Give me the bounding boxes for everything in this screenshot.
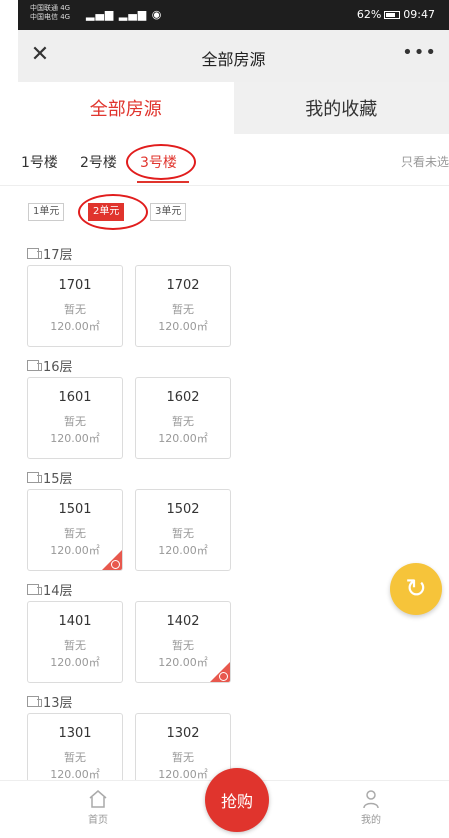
status-right: 62% 09:47 (357, 8, 435, 21)
active-tab-indicator (137, 181, 189, 183)
building-icon (27, 472, 42, 483)
tab-mine-label: 我的 (361, 815, 381, 826)
room-card[interactable]: 1602 暂无 120.00㎡ (135, 377, 231, 459)
room-number: 1601 (58, 390, 92, 405)
floor-label: 15层 (27, 468, 73, 487)
room-area: 120.00㎡ (158, 544, 208, 557)
room-status: 暂无 (172, 527, 194, 540)
room-number: 1402 (166, 614, 200, 629)
tab-my-favorites[interactable]: 我的收藏 (233, 82, 449, 134)
building-tabs: 1号楼 2号楼 3号楼 只看未选 (0, 134, 449, 186)
room-number: 1301 (58, 726, 92, 741)
battery-icon (384, 10, 401, 19)
room-card[interactable]: 1401 暂无 120.00㎡ (27, 601, 123, 683)
tab-unit-1[interactable]: 1单元 (28, 203, 65, 221)
tab-all-listings[interactable]: 全部房源 (18, 82, 234, 134)
room-number: 1602 (166, 390, 200, 405)
building-icon (27, 248, 42, 259)
tab-unit-3[interactable]: 3单元 (150, 203, 187, 221)
status-bar: 中国联通 4G 中国电信 4G ▂▄▆ ▂▄▆ ◉ 62% 09:47 (18, 0, 449, 30)
room-status: 暂无 (172, 639, 194, 652)
carrier-line-2: 中国电信 4G (30, 13, 71, 21)
room-status: 暂无 (64, 303, 86, 316)
clock: 09:47 (403, 8, 435, 21)
room-card[interactable]: 1501 暂无 120.00㎡ (27, 489, 123, 571)
highlight-circle (126, 144, 196, 180)
highlight-circle (78, 194, 148, 230)
room-card[interactable]: 1701 暂无 120.00㎡ (27, 265, 123, 347)
room-status: 暂无 (172, 303, 194, 316)
rush-buy-button[interactable]: 抢购 (205, 768, 269, 832)
room-status: 暂无 (172, 415, 194, 428)
floor-name: 15层 (43, 472, 73, 487)
room-status: 暂无 (172, 751, 194, 764)
heart-icon (219, 672, 228, 681)
more-icon[interactable]: ••• (402, 42, 437, 63)
battery-percent: 62% (356, 8, 382, 21)
room-status: 暂无 (64, 527, 86, 540)
person-icon (361, 789, 381, 809)
room-card[interactable]: 1402 暂无 120.00㎡ (135, 601, 231, 683)
room-number: 1502 (166, 502, 200, 517)
tab-home-label: 首页 (88, 815, 108, 826)
carrier-info: 中国联通 4G 中国电信 4G (30, 4, 70, 22)
room-number: 1401 (58, 614, 92, 629)
room-area: 120.00㎡ (50, 656, 100, 669)
refresh-button[interactable]: ↻ (390, 563, 442, 615)
floor-label: 17层 (27, 244, 73, 263)
room-status: 暂无 (64, 639, 86, 652)
building-icon (27, 360, 42, 371)
page-title: 全部房源 (201, 50, 266, 69)
main-tabs: 全部房源 我的收藏 (18, 82, 449, 134)
room-number: 1701 (58, 278, 92, 293)
room-number: 1702 (166, 278, 200, 293)
room-card[interactable]: 1502 暂无 120.00㎡ (135, 489, 231, 571)
building-icon (27, 696, 42, 707)
refresh-icon: ↻ (405, 574, 427, 604)
floor-name: 13层 (43, 696, 73, 711)
carrier-line-1: 中国联通 4G (30, 4, 71, 12)
tab-mine[interactable]: 我的 (341, 789, 401, 826)
room-status: 暂无 (64, 751, 86, 764)
signal-icon: ▂▄▆ ▂▄▆ ◉ (86, 8, 163, 21)
room-number: 1302 (166, 726, 200, 741)
tab-home[interactable]: 首页 (68, 789, 128, 826)
tab-building-1[interactable]: 1号楼 (21, 152, 58, 172)
floor-label: 16层 (27, 356, 73, 375)
home-icon (88, 789, 108, 809)
room-area: 120.00㎡ (50, 320, 100, 333)
floor-name: 16层 (43, 360, 73, 375)
heart-icon (111, 560, 120, 569)
room-area: 120.00㎡ (50, 432, 100, 445)
building-icon (27, 584, 42, 595)
room-card[interactable]: 1702 暂无 120.00㎡ (135, 265, 231, 347)
room-area: 120.00㎡ (158, 432, 208, 445)
floor-name: 17层 (43, 248, 73, 263)
room-area: 120.00㎡ (158, 320, 208, 333)
room-card[interactable]: 1601 暂无 120.00㎡ (27, 377, 123, 459)
floor-label: 14层 (27, 580, 73, 599)
room-status: 暂无 (64, 415, 86, 428)
tab-building-2[interactable]: 2号楼 (80, 152, 117, 172)
floor-name: 14层 (43, 584, 73, 599)
floor-label: 13层 (27, 692, 73, 711)
nav-bar: ✕ 全部房源 ••• (18, 30, 449, 82)
room-number: 1501 (58, 502, 92, 517)
show-unselected-filter[interactable]: 只看未选 (401, 153, 449, 170)
